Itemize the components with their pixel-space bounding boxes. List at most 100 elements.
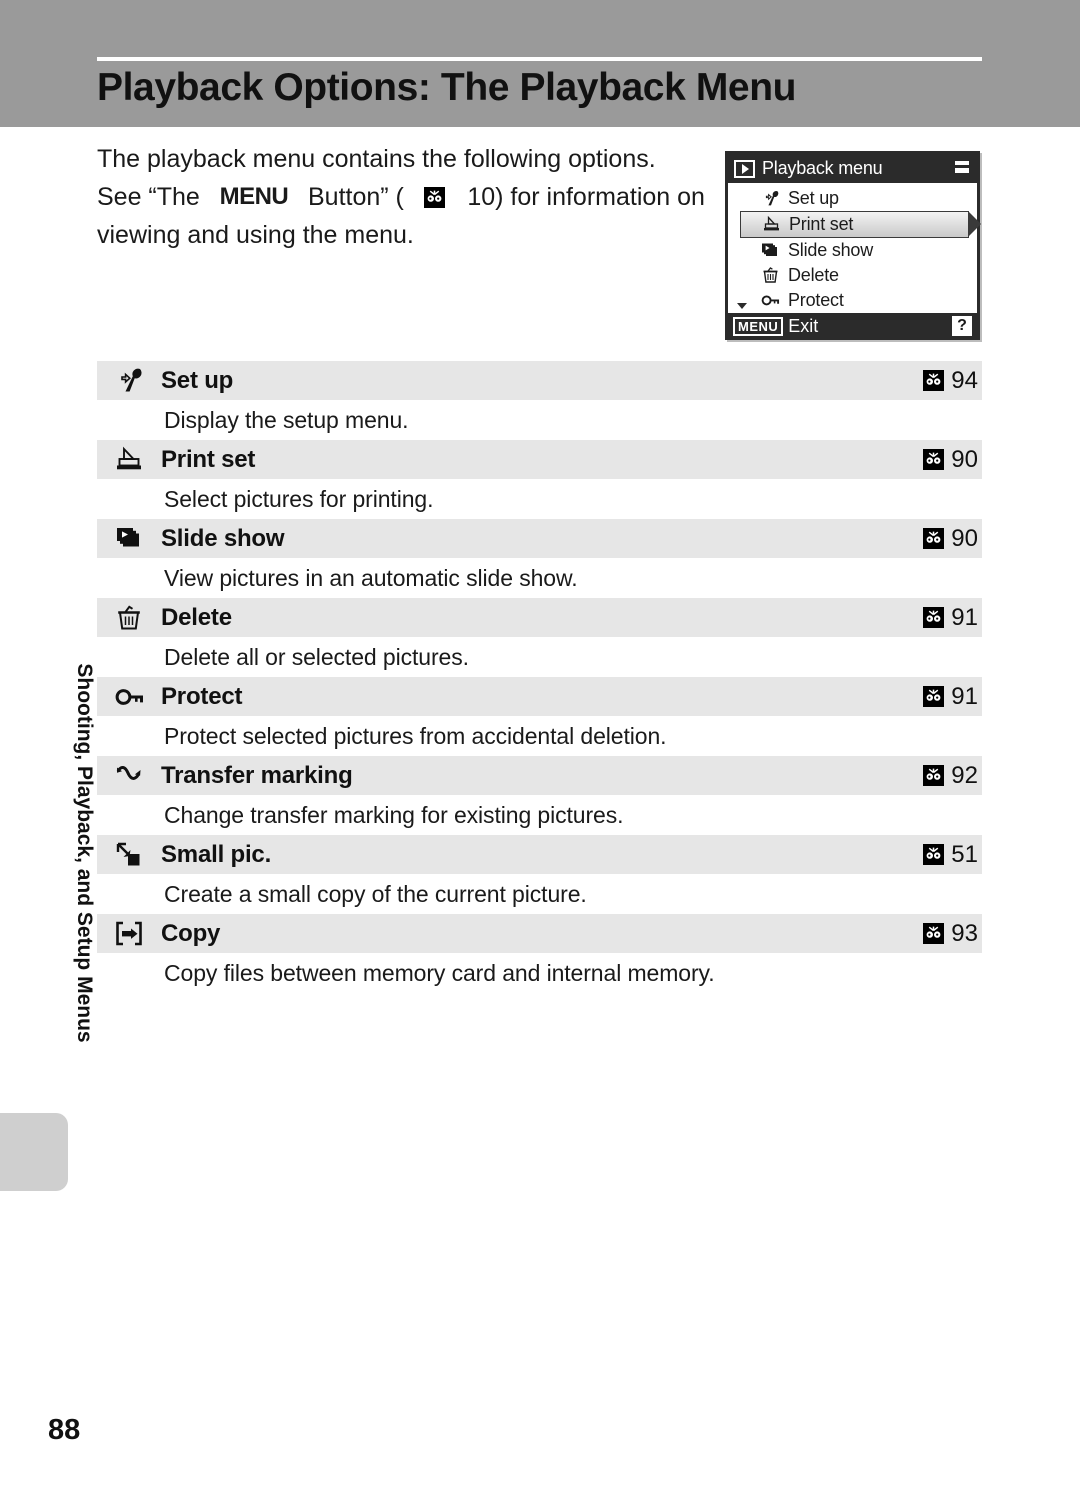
lcd-item-protect[interactable]: Protect — [728, 288, 977, 313]
book-reference-icon — [923, 528, 945, 549]
page-title: Playback Options: The Playback Menu — [97, 66, 797, 109]
menu-button-word: MENU — [219, 183, 289, 210]
wrench-icon — [97, 367, 161, 395]
book-reference-icon — [923, 844, 945, 865]
option-page-reference: 51 — [923, 841, 978, 869]
table-row-description: Create a small copy of the current pictu… — [97, 874, 982, 914]
page-number: 88 — [48, 1414, 81, 1446]
intro-paragraph: The playback menu contains the following… — [97, 140, 705, 254]
intro-line-2-part-c: 10) for information on — [467, 183, 705, 211]
book-reference-icon — [923, 370, 945, 391]
table-row-header: Set up 94 — [97, 361, 982, 400]
option-page-number: 90 — [951, 445, 978, 473]
key-icon — [758, 292, 782, 309]
page-header-band: Playback Options: The Playback Menu — [0, 0, 1080, 127]
lcd-item-label: Set up — [788, 188, 839, 208]
option-page-number: 90 — [951, 524, 978, 552]
key-icon — [97, 683, 161, 711]
table-row-description: Protect selected pictures from accidenta… — [97, 716, 982, 756]
book-reference-icon — [923, 686, 945, 707]
lcd-exit-label: Exit — [788, 316, 819, 336]
printer-icon — [97, 446, 161, 474]
table-row-header: Print set 90 — [97, 440, 982, 479]
option-page-reference: 90 — [923, 446, 978, 474]
lcd-title-bar: Playback menu — [728, 154, 977, 183]
intro-line-2: See “The MENU Button” ( 10) for informat… — [97, 178, 705, 216]
option-name: Set up — [161, 366, 234, 394]
option-name: Copy — [161, 919, 221, 947]
section-side-tab-block — [0, 1113, 68, 1191]
table-row-header: Delete 91 — [97, 598, 982, 637]
section-side-tab-label: Shooting, Playback, and Setup Menus — [73, 663, 96, 1043]
lcd-item-label: Print set — [789, 214, 854, 234]
lcd-item-label: Slide show — [788, 240, 874, 260]
option-page-number: 91 — [951, 682, 978, 710]
copy-icon — [97, 920, 161, 948]
book-reference-icon — [923, 607, 945, 628]
trash-icon — [758, 267, 782, 284]
camera-lcd-illustration: Playback menu Set up Print set Slide sho… — [725, 151, 981, 340]
book-reference-icon — [423, 187, 445, 208]
intro-inline-reference — [423, 178, 448, 216]
option-page-reference: 94 — [923, 367, 978, 395]
printer-icon — [759, 216, 783, 233]
option-name: Transfer marking — [161, 761, 353, 789]
lcd-item-print-set[interactable]: Print set — [740, 211, 981, 238]
option-page-number: 94 — [951, 366, 978, 394]
help-icon[interactable]: ? — [952, 316, 972, 336]
lcd-footer-bar: MENU Exit ? — [728, 313, 977, 340]
table-row-description: Delete all or selected pictures. — [97, 637, 982, 677]
table-row-header: Transfer marking 92 — [97, 756, 982, 795]
header-rule — [97, 57, 982, 61]
option-page-reference: 91 — [923, 683, 978, 711]
intro-line-2-part-b: Button” ( — [307, 183, 404, 211]
lcd-item-slide-show[interactable]: Slide show — [728, 238, 977, 263]
option-name: Delete — [161, 603, 232, 631]
book-reference-icon — [923, 923, 945, 944]
table-row-description: Display the setup menu. — [97, 400, 982, 440]
option-page-number: 92 — [951, 761, 978, 789]
option-page-number: 91 — [951, 603, 978, 631]
book-reference-icon — [923, 449, 945, 470]
table-row-description: Copy files between memory card and inter… — [97, 953, 982, 993]
table-row-header: Slide show 90 — [97, 519, 982, 558]
lcd-item-set-up[interactable]: Set up — [728, 186, 977, 211]
table-row-header: Small pic. 51 — [97, 835, 982, 874]
option-page-number: 51 — [951, 840, 978, 868]
lcd-title-text: Playback menu — [762, 158, 883, 178]
table-row-description: Select pictures for printing. — [97, 479, 982, 519]
table-row-header: Protect 91 — [97, 677, 982, 716]
option-page-reference: 93 — [923, 920, 978, 948]
trash-icon — [97, 604, 161, 632]
battery-icon — [955, 161, 969, 176]
book-reference-icon — [923, 765, 945, 786]
playback-options-table: Set up 94 Display the setup menu. Print … — [97, 361, 982, 993]
lcd-item-delete[interactable]: Delete — [728, 263, 977, 288]
chevron-right-icon — [968, 211, 981, 237]
option-name: Small pic. — [161, 840, 272, 868]
option-page-reference: 92 — [923, 762, 978, 790]
intro-line-1: The playback menu contains the following… — [97, 145, 656, 173]
wrench-icon — [758, 190, 782, 207]
option-name: Slide show — [161, 524, 285, 552]
table-row-description: View pictures in an automatic slide show… — [97, 558, 982, 598]
option-page-reference: 90 — [923, 525, 978, 553]
scroll-down-icon[interactable] — [737, 303, 747, 309]
option-page-number: 93 — [951, 919, 978, 947]
play-icon — [734, 159, 755, 178]
lcd-item-label: Protect — [788, 290, 844, 310]
menu-button-chip[interactable]: MENU — [733, 317, 784, 336]
option-name: Protect — [161, 682, 243, 710]
option-page-reference: 91 — [923, 604, 978, 632]
option-name: Print set — [161, 445, 256, 473]
slideshow-icon — [758, 242, 782, 259]
table-row-header: Copy 93 — [97, 914, 982, 953]
slideshow-icon — [97, 525, 161, 553]
table-row-description: Change transfer marking for existing pic… — [97, 795, 982, 835]
intro-line-3: viewing and using the menu. — [97, 221, 414, 249]
transfer-icon — [97, 762, 161, 790]
smallpic-icon — [97, 841, 161, 869]
lcd-menu-list: Set up Print set Slide show Delete Prote… — [728, 183, 981, 313]
intro-line-2-part-a: See “The — [97, 183, 200, 211]
lcd-item-label: Delete — [788, 265, 839, 285]
